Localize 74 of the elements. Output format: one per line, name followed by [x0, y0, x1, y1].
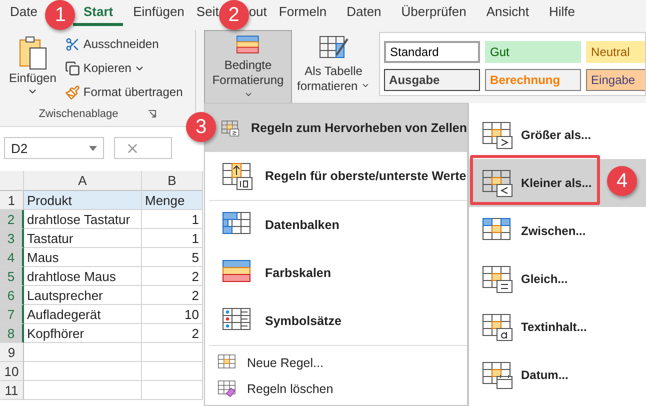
row-header[interactable]: 11 — [0, 381, 24, 400]
format-painter-button[interactable]: Format übertragen — [65, 82, 183, 102]
table-cell: 5 — [142, 248, 203, 267]
column-header[interactable]: B — [142, 171, 203, 191]
menu-item[interactable]: Farbskalen — [205, 249, 467, 297]
column-header[interactable]: A — [24, 171, 142, 191]
table-cell: 1 — [142, 229, 203, 248]
row-header[interactable]: 7 — [0, 305, 24, 324]
table-cell: Maus — [24, 248, 142, 267]
menu-item[interactable]: Regeln zum Hervorheben von Zellen — [205, 104, 467, 152]
top-ten-icon — [221, 162, 253, 190]
ribbon-tab[interactable]: Date — [0, 0, 48, 26]
row-header[interactable]: 10 — [0, 362, 24, 381]
table-cell: drahtlose Maus — [24, 267, 142, 286]
calendar-icon — [481, 360, 513, 390]
clipboard-icon — [18, 35, 48, 71]
table-cell: 1 — [142, 210, 203, 229]
ribbon-tab[interactable]: Ansicht — [476, 0, 539, 26]
table-cell: 10 — [142, 305, 203, 324]
row-header[interactable]: 9 — [0, 343, 24, 362]
caret-icon — [244, 90, 252, 99]
cell-style[interactable]: Eingabe — [586, 69, 645, 91]
name-box[interactable]: D2 — [4, 137, 104, 159]
step-badge: 1 — [45, 0, 76, 30]
menu-item[interactable]: Regeln löschen — [205, 376, 467, 402]
menu-item[interactable]: Symbolsätze — [205, 297, 467, 345]
table-cell: 2 — [142, 324, 203, 343]
step-badge: 2 — [218, 0, 249, 30]
copy-button[interactable]: Kopieren — [65, 58, 183, 78]
copy-icon — [65, 60, 80, 76]
ribbon-tab[interactable]: Überprüfen — [391, 0, 476, 26]
table-cell: Kopfhörer — [24, 324, 142, 343]
menu-item[interactable]: Neue Regel... — [205, 350, 467, 376]
greater-than-icon — [481, 120, 513, 150]
table-cell: Menge — [142, 191, 203, 210]
group-label: Zwischenablage — [38, 108, 118, 120]
row-header[interactable]: 6 — [0, 286, 24, 305]
cell-style[interactable]: Ausgabe — [384, 69, 480, 91]
table-cell: Lautsprecher — [24, 286, 142, 305]
cell-style[interactable]: Standard — [384, 41, 480, 63]
cell-style[interactable]: Gut — [485, 41, 582, 63]
ribbon-tab[interactable]: Hilfe — [538, 0, 585, 26]
table-cell: Tastatur — [24, 229, 142, 248]
table-cell: drahtlose Tastatur — [24, 210, 142, 229]
paintbrush-icon — [65, 84, 80, 100]
row-header[interactable]: 1 — [0, 191, 24, 210]
equal-icon — [481, 264, 513, 294]
dropdown-icon — [89, 146, 97, 150]
ribbon-tab[interactable]: Daten — [336, 0, 392, 26]
menu-item[interactable]: Datenbalken — [205, 201, 467, 249]
row-header[interactable]: 5 — [0, 267, 24, 286]
table-cell: Produkt — [24, 191, 142, 210]
dialog-launcher-icon[interactable] — [148, 110, 156, 118]
menu-item[interactable]: Regeln für oberste/unterste Werte — [205, 152, 467, 200]
text-contains-icon — [481, 312, 513, 342]
scissors-icon — [65, 36, 80, 52]
ribbon-tab[interactable]: out — [246, 0, 269, 26]
row-header[interactable]: 3 — [0, 229, 24, 248]
select-all-corner[interactable] — [0, 171, 24, 191]
cell-style[interactable]: Neutral — [586, 41, 645, 63]
row-header[interactable]: 8 — [0, 324, 24, 343]
table-cell: 2 — [142, 267, 203, 286]
table-cell: Aufladegerät — [24, 305, 142, 324]
row-header[interactable]: 4 — [0, 248, 24, 267]
paste-button[interactable]: Einfügen — [4, 30, 62, 106]
row-header[interactable]: 2 — [0, 210, 24, 229]
cut-button[interactable]: Ausschneiden — [65, 34, 183, 54]
caret-icon — [361, 81, 370, 90]
ribbon-tab[interactable]: Einfügen — [123, 0, 194, 26]
table-cell: 2 — [142, 286, 203, 305]
eraser-icon — [217, 380, 237, 398]
ribbon-tab[interactable]: Seit — [194, 0, 221, 26]
less-than-icon — [481, 168, 513, 198]
ribbon-tab[interactable]: Formeln — [268, 0, 337, 26]
